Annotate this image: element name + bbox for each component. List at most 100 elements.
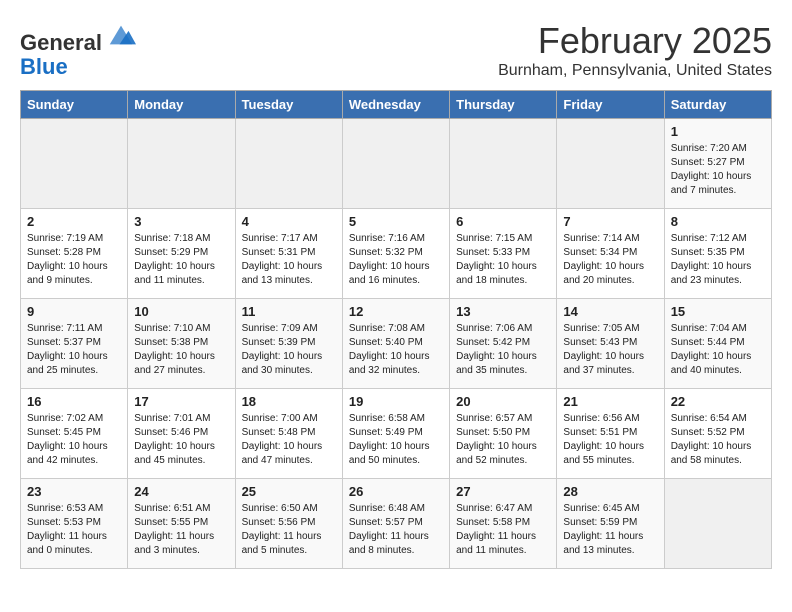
weekday-header-row: SundayMondayTuesdayWednesdayThursdayFrid… [21, 91, 772, 119]
logo-icon [106, 20, 136, 50]
day-info: Sunrise: 7:19 AM Sunset: 5:28 PM Dayligh… [27, 232, 121, 288]
weekday-header: Saturday [664, 91, 771, 119]
day-cell [664, 479, 771, 569]
week-row: 23 Sunrise: 6:53 AM Sunset: 5:53 PM Dayli… [21, 479, 772, 569]
day-info: Sunrise: 7:15 AM Sunset: 5:33 PM Dayligh… [456, 232, 550, 288]
day-number: 27 [456, 484, 550, 499]
day-info: Sunrise: 6:57 AM Sunset: 5:50 PM Dayligh… [456, 412, 550, 468]
day-cell: 6 Sunrise: 7:15 AM Sunset: 5:33 PM Daylig… [450, 209, 557, 299]
day-cell: 13 Sunrise: 7:06 AM Sunset: 5:42 PM Dayli… [450, 299, 557, 389]
day-cell: 16Sunrise: 7:02 AM Sunset: 5:45 PM Dayli… [21, 389, 128, 479]
day-cell [342, 119, 449, 209]
day-cell: 23 Sunrise: 6:53 AM Sunset: 5:53 PM Dayli… [21, 479, 128, 569]
day-cell: 21 Sunrise: 6:56 AM Sunset: 5:51 PM Dayli… [557, 389, 664, 479]
day-number: 5 [349, 214, 443, 229]
week-row: 16Sunrise: 7:02 AM Sunset: 5:45 PM Dayli… [21, 389, 772, 479]
day-number: 16 [27, 394, 121, 409]
day-number: 20 [456, 394, 550, 409]
week-row: 9 Sunrise: 7:11 AM Sunset: 5:37 PM Daylig… [21, 299, 772, 389]
day-cell [21, 119, 128, 209]
logo-blue: Blue [20, 54, 68, 79]
day-info: Sunrise: 7:18 AM Sunset: 5:29 PM Dayligh… [134, 232, 228, 288]
day-number: 2 [27, 214, 121, 229]
day-number: 4 [242, 214, 336, 229]
logo: General Blue [20, 20, 136, 79]
day-info: Sunrise: 7:08 AM Sunset: 5:40 PM Dayligh… [349, 322, 443, 378]
day-info: Sunrise: 6:45 AM Sunset: 5:59 PM Dayligh… [563, 502, 657, 558]
day-cell: 20 Sunrise: 6:57 AM Sunset: 5:50 PM Dayli… [450, 389, 557, 479]
day-info: Sunrise: 7:01 AM Sunset: 5:46 PM Dayligh… [134, 412, 228, 468]
day-number: 6 [456, 214, 550, 229]
day-number: 23 [27, 484, 121, 499]
weekday-header: Tuesday [235, 91, 342, 119]
day-info: Sunrise: 6:51 AM Sunset: 5:55 PM Dayligh… [134, 502, 228, 558]
day-cell: 25 Sunrise: 6:50 AM Sunset: 5:56 PM Dayli… [235, 479, 342, 569]
day-cell: 2 Sunrise: 7:19 AM Sunset: 5:28 PM Daylig… [21, 209, 128, 299]
day-number: 7 [563, 214, 657, 229]
day-info: Sunrise: 6:58 AM Sunset: 5:49 PM Dayligh… [349, 412, 443, 468]
weekday-header: Wednesday [342, 91, 449, 119]
day-cell: 19 Sunrise: 6:58 AM Sunset: 5:49 PM Dayli… [342, 389, 449, 479]
calendar-table: SundayMondayTuesdayWednesdayThursdayFrid… [20, 90, 772, 569]
day-number: 26 [349, 484, 443, 499]
calendar-subtitle: Burnham, Pennsylvania, United States [498, 62, 772, 80]
page-header: General Blue February 2025 Burnham, Penn… [20, 20, 772, 80]
logo-general: General [20, 30, 102, 55]
day-cell: 12 Sunrise: 7:08 AM Sunset: 5:40 PM Dayli… [342, 299, 449, 389]
day-info: Sunrise: 6:48 AM Sunset: 5:57 PM Dayligh… [349, 502, 443, 558]
day-info: Sunrise: 7:05 AM Sunset: 5:43 PM Dayligh… [563, 322, 657, 378]
day-number: 13 [456, 304, 550, 319]
day-cell: 4Sunrise: 7:17 AM Sunset: 5:31 PM Daylig… [235, 209, 342, 299]
day-cell: 9 Sunrise: 7:11 AM Sunset: 5:37 PM Daylig… [21, 299, 128, 389]
day-info: Sunrise: 6:56 AM Sunset: 5:51 PM Dayligh… [563, 412, 657, 468]
day-number: 18 [242, 394, 336, 409]
weekday-header: Friday [557, 91, 664, 119]
day-number: 14 [563, 304, 657, 319]
day-info: Sunrise: 7:14 AM Sunset: 5:34 PM Dayligh… [563, 232, 657, 288]
day-cell: 1Sunrise: 7:20 AM Sunset: 5:27 PM Daylig… [664, 119, 771, 209]
day-cell: 3 Sunrise: 7:18 AM Sunset: 5:29 PM Daylig… [128, 209, 235, 299]
day-cell: 26 Sunrise: 6:48 AM Sunset: 5:57 PM Dayli… [342, 479, 449, 569]
day-number: 3 [134, 214, 228, 229]
day-number: 1 [671, 124, 765, 139]
day-cell: 7 Sunrise: 7:14 AM Sunset: 5:34 PM Daylig… [557, 209, 664, 299]
day-cell: 17 Sunrise: 7:01 AM Sunset: 5:46 PM Dayli… [128, 389, 235, 479]
day-cell: 22 Sunrise: 6:54 AM Sunset: 5:52 PM Dayli… [664, 389, 771, 479]
title-block: February 2025 Burnham, Pennsylvania, Uni… [498, 20, 772, 80]
day-number: 10 [134, 304, 228, 319]
day-info: Sunrise: 7:10 AM Sunset: 5:38 PM Dayligh… [134, 322, 228, 378]
day-number: 15 [671, 304, 765, 319]
day-number: 22 [671, 394, 765, 409]
day-number: 17 [134, 394, 228, 409]
day-info: Sunrise: 6:50 AM Sunset: 5:56 PM Dayligh… [242, 502, 336, 558]
week-row: 1Sunrise: 7:20 AM Sunset: 5:27 PM Daylig… [21, 119, 772, 209]
day-cell: 14 Sunrise: 7:05 AM Sunset: 5:43 PM Dayli… [557, 299, 664, 389]
day-info: Sunrise: 7:06 AM Sunset: 5:42 PM Dayligh… [456, 322, 550, 378]
day-number: 8 [671, 214, 765, 229]
day-cell [557, 119, 664, 209]
calendar-title: February 2025 [498, 20, 772, 62]
day-info: Sunrise: 6:54 AM Sunset: 5:52 PM Dayligh… [671, 412, 765, 468]
day-cell: 15 Sunrise: 7:04 AM Sunset: 5:44 PM Dayli… [664, 299, 771, 389]
day-info: Sunrise: 6:47 AM Sunset: 5:58 PM Dayligh… [456, 502, 550, 558]
day-info: Sunrise: 7:11 AM Sunset: 5:37 PM Dayligh… [27, 322, 121, 378]
weekday-header: Thursday [450, 91, 557, 119]
day-number: 25 [242, 484, 336, 499]
day-cell: 5Sunrise: 7:16 AM Sunset: 5:32 PM Daylig… [342, 209, 449, 299]
day-number: 21 [563, 394, 657, 409]
day-cell: 27 Sunrise: 6:47 AM Sunset: 5:58 PM Dayli… [450, 479, 557, 569]
day-number: 19 [349, 394, 443, 409]
day-number: 28 [563, 484, 657, 499]
day-number: 9 [27, 304, 121, 319]
day-number: 11 [242, 304, 336, 319]
day-info: Sunrise: 7:12 AM Sunset: 5:35 PM Dayligh… [671, 232, 765, 288]
day-info: Sunrise: 6:53 AM Sunset: 5:53 PM Dayligh… [27, 502, 121, 558]
day-info: Sunrise: 7:04 AM Sunset: 5:44 PM Dayligh… [671, 322, 765, 378]
day-cell [450, 119, 557, 209]
day-cell: 8 Sunrise: 7:12 AM Sunset: 5:35 PM Daylig… [664, 209, 771, 299]
day-cell [128, 119, 235, 209]
weekday-header: Monday [128, 91, 235, 119]
week-row: 2 Sunrise: 7:19 AM Sunset: 5:28 PM Daylig… [21, 209, 772, 299]
day-number: 12 [349, 304, 443, 319]
day-cell: 10 Sunrise: 7:10 AM Sunset: 5:38 PM Dayli… [128, 299, 235, 389]
